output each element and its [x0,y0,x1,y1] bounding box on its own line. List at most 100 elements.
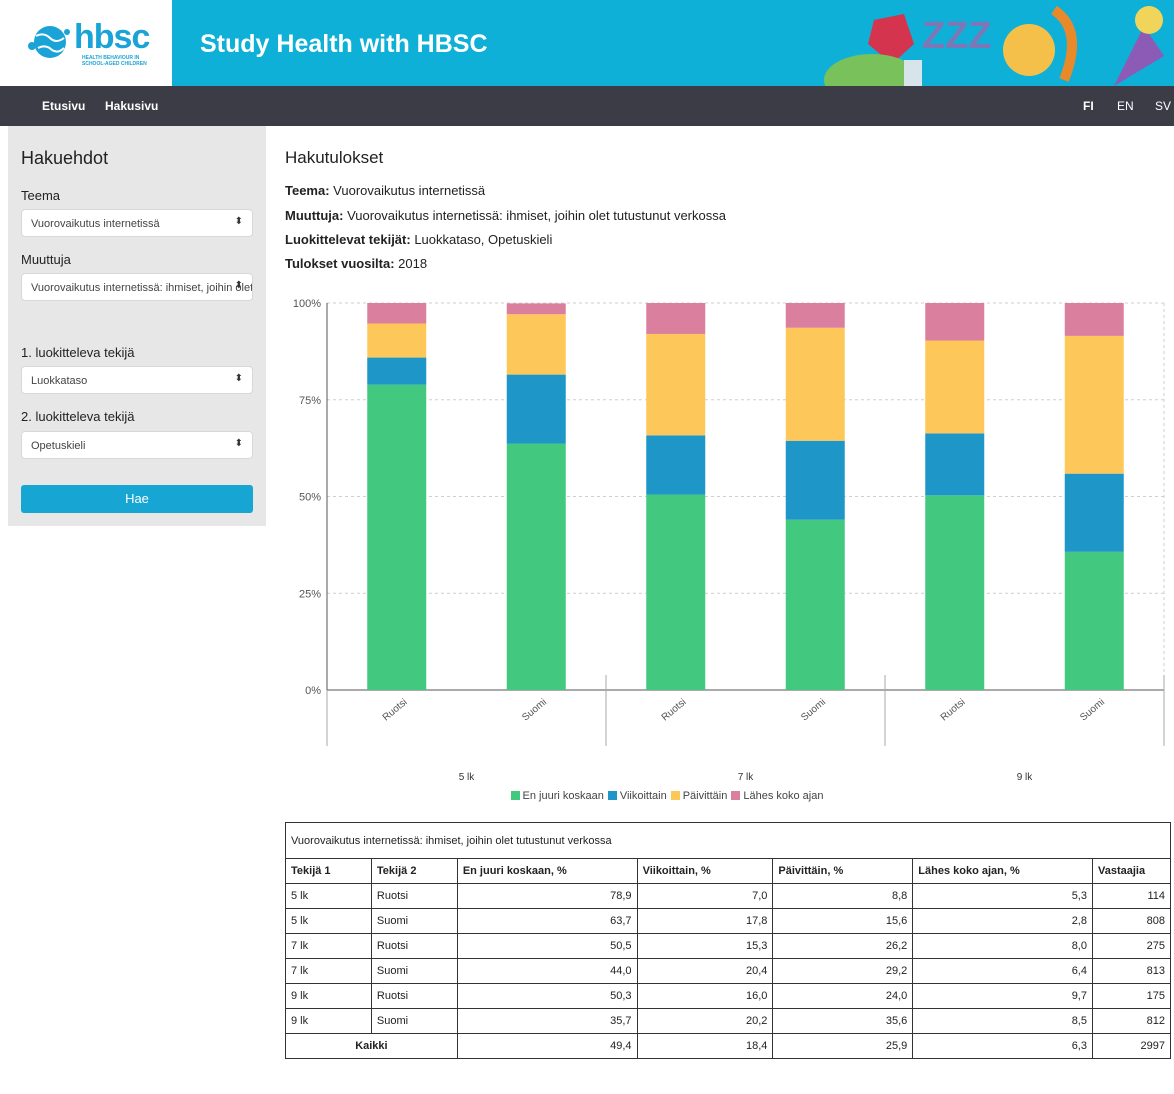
lang-en-link[interactable]: EN [1117,99,1134,113]
table-cell: 2997 [1091,1033,1172,1059]
factor2-label: 2. luokitteleva tekijä [21,409,135,424]
y-tick-label: 50% [299,492,321,504]
lang-sv-link[interactable]: SV [1155,99,1171,113]
banner: Study Health with HBSC ZZZ [172,0,1174,86]
results-years: Tulokset vuosilta: 2018 [285,256,427,271]
bar-segment [367,357,427,385]
legend-swatch-icon [607,791,617,800]
bar-segment [506,314,566,375]
table-cell: 20,4 [636,958,774,984]
table-cell: 78,9 [456,883,638,909]
table-cell: 49,4 [456,1033,638,1059]
table-cell: 9 lk [285,1008,372,1034]
results-theme-value: Vuorovaikutus internetissä [329,183,486,198]
lang-fi-link[interactable]: FI [1083,99,1094,113]
table-cell: 813 [1091,958,1172,984]
group-label: 9 lk [1017,772,1034,783]
results-factors: Luokittelevat tekijät: Luokkataso, Opetu… [285,232,552,247]
table-cell: 8,0 [912,933,1093,959]
table-total-row: Kaikki 49,4 18,4 25,9 6,3 2997 [285,1033,1172,1059]
legend-swatch-icon [510,791,520,800]
svg-text:ZZZ: ZZZ [922,15,992,57]
legend-item[interactable]: En juuri koskaan [510,790,604,802]
search-button[interactable]: Hae [21,485,253,513]
legend-item[interactable]: Päivittäin [670,790,728,802]
table-row: 9 lk Ruotsi 50,3 16,0 24,0 9,7 175 [285,983,1172,1009]
table-row: 7 lk Ruotsi 50,5 15,3 26,2 8,0 275 [285,933,1172,959]
table-cell: 16,0 [636,983,774,1009]
table-cell: 24,0 [772,983,914,1009]
bar-segment [506,443,566,690]
variable-label: Muuttuja [21,252,71,267]
legend-item[interactable]: Viikoittain [607,790,667,802]
table-cell: Ruotsi [370,933,458,959]
bar-segment [646,333,706,436]
bar-segment [1064,303,1124,336]
factor2-select-value: Opetuskieli [31,440,86,452]
x-tick-label: Ruotsi [939,697,968,724]
hbsc-logo[interactable]: hbsc HEALTH BEHAVIOUR IN SCHOOL-AGED CHI… [0,0,172,86]
table-header-cell: Viikoittain, % [636,858,774,884]
y-tick-label: 0% [305,685,321,697]
table-cell: 9,7 [912,983,1093,1009]
table-cell: 114 [1091,883,1172,909]
logo-text: hbsc [74,18,150,56]
table-cell: 63,7 [456,908,638,934]
chart-legend: En juuri koskaan Viikoittain Päivittäin Läh… [0,790,1174,802]
table-cell: 50,3 [456,983,638,1009]
bar-segment [785,303,845,328]
table-caption: Vuorovaikutus internetissä: ihmiset, joi… [285,822,1171,859]
table-cell: 35,6 [772,1008,914,1034]
variable-select-value: Vuorovaikutus internetissä: ihmiset, joi… [31,282,253,294]
factor2-select[interactable]: Opetuskieli ⬍ [21,431,253,459]
legend-label: Lähes koko ajan [743,790,824,802]
table-header-cell: Lähes koko ajan, % [912,858,1093,884]
table-cell: Kaikki [285,1033,458,1059]
table-header-cell: Tekijä 1 [285,858,372,884]
factor1-select[interactable]: Luokkataso ⬍ [21,366,253,394]
results-variable: Muuttuja: Vuorovaikutus internetissä: ih… [285,208,726,223]
bar-segment [646,494,706,690]
select-arrows-icon: ⬍ [234,216,243,227]
table-cell: 275 [1091,933,1172,959]
panel-title: Hakuehdot [21,148,109,168]
table-cell: 15,6 [772,908,914,934]
table-header-row: Tekijä 1 Tekijä 2 En juuri koskaan, % Viiko… [285,858,1172,884]
table-cell: 29,2 [772,958,914,984]
group-label: 5 lk [459,772,476,783]
table-header-cell: Tekijä 2 [370,858,458,884]
y-tick-label: 25% [299,588,321,600]
theme-select-value: Vuorovaikutus internetissä [31,218,160,230]
results-theme: Teema: Vuorovaikutus internetissä [285,183,485,198]
table-row: 9 lk Suomi 35,7 20,2 35,6 8,5 812 [285,1008,1172,1034]
nav-home-link[interactable]: Etusivu [42,99,85,113]
table-cell: 35,7 [456,1008,638,1034]
results-variable-value: Vuorovaikutus internetissä: ihmiset, joi… [343,208,726,223]
factor1-select-value: Luokkataso [31,375,88,387]
nav-search-link[interactable]: Hakusivu [105,99,158,113]
bar-segment [925,495,985,690]
theme-label: Teema [21,188,61,203]
legend-label: Päivittäin [682,790,728,802]
select-arrows-icon: ⬍ [234,280,243,291]
results-table: Vuorovaikutus internetissä: ihmiset, joi… [285,822,1172,1059]
variable-select[interactable]: Vuorovaikutus internetissä: ihmiset, joi… [21,273,253,301]
table-row: 5 lk Suomi 63,7 17,8 15,6 2,8 808 [285,908,1172,934]
legend-item[interactable]: Lähes koko ajan [731,790,823,802]
globe-logo-icon [28,26,70,58]
bar-segment [925,340,985,434]
x-tick-label: Suomi [1078,697,1107,724]
table-cell: Ruotsi [370,983,458,1009]
bar-segment [925,433,985,496]
x-tick-label: Suomi [799,697,828,724]
theme-select[interactable]: Vuorovaikutus internetissä ⬍ [21,209,253,237]
table-cell: 812 [1091,1008,1172,1034]
bar-segment [646,303,706,334]
table-cell: 18,4 [636,1033,774,1059]
bar-segment [506,303,566,315]
table-cell: 25,9 [772,1033,914,1059]
table-cell: Suomi [370,958,458,984]
results-factors-key: Luokittelevat tekijät: [285,232,411,247]
table-cell: 7 lk [285,958,372,984]
table-cell: 5 lk [285,908,372,934]
